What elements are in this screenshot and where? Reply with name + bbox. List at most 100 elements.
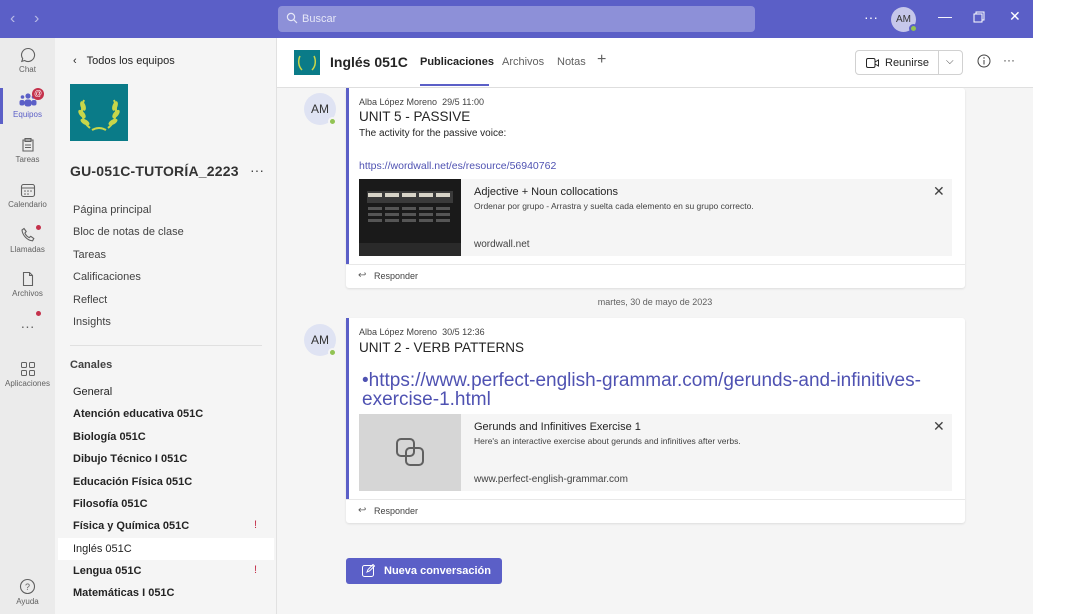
nav-class-notebook[interactable]: Bloc de notas de clase (73, 226, 184, 238)
channel-item[interactable]: Física y Química 051C (73, 520, 189, 532)
card-domain: www.perfect-english-grammar.com (474, 474, 628, 485)
minimize-icon[interactable]: — (938, 8, 952, 24)
channels-heading: Canales (70, 359, 113, 371)
user-initials: AM (896, 14, 911, 25)
post-subject: UNIT 5 - PASSIVE (359, 109, 471, 124)
rail-label: Calendario (8, 200, 47, 209)
chevron-left-icon: ‹ (73, 55, 77, 67)
info-icon[interactable] (977, 54, 991, 68)
meet-label: Reunirse (885, 57, 930, 69)
chevron-down-icon[interactable]: ⌵ (946, 56, 954, 67)
tab-files[interactable]: Archivos (502, 56, 544, 68)
reply-button[interactable]: ↩ Responder (346, 499, 965, 523)
calendar-icon (20, 183, 35, 198)
card-description: Ordenar por grupo - Arrastra y suelta ca… (474, 201, 754, 211)
tab-posts[interactable]: Publicaciones (420, 56, 494, 68)
team-more-button[interactable]: ··· (250, 162, 264, 178)
chat-icon (20, 47, 35, 63)
calls-icon (20, 227, 35, 242)
rail-item-calls[interactable]: Llamadas (0, 225, 55, 254)
post-link[interactable]: https://wordwall.net/es/resource/5694076… (359, 160, 556, 172)
user-avatar[interactable]: AM (891, 7, 918, 33)
card-description: Here's an interactive exercise about ger… (474, 436, 741, 446)
back-label: Todos los equipos (86, 55, 175, 67)
search-icon (286, 12, 298, 24)
maximize-icon[interactable] (973, 10, 985, 26)
window-edge (1033, 0, 1092, 614)
post: Alba López Moreno 29/5 11:00 UNIT 5 - PA… (346, 88, 965, 288)
important-icon: ! (254, 564, 258, 576)
rail-label: Tareas (15, 155, 40, 164)
files-icon (22, 271, 33, 287)
back-nav-icon[interactable]: ‹ (10, 10, 15, 28)
settings-more-button[interactable]: ··· (864, 9, 878, 25)
close-icon[interactable]: ✕ (933, 418, 945, 435)
search-placeholder: Buscar (302, 13, 337, 25)
author-avatar[interactable]: AM (304, 324, 337, 357)
notification-dot (36, 225, 41, 230)
rail-item-apps[interactable]: Aplicaciones (0, 361, 55, 388)
rail-item-calendar[interactable]: Calendario (0, 182, 55, 209)
channel-item[interactable]: General (73, 386, 112, 398)
author-name: Alba López Moreno (359, 327, 438, 337)
avatar-initials: AM (311, 333, 329, 347)
nav-reflect[interactable]: Reflect (73, 294, 107, 306)
back-to-teams-link[interactable]: ‹ Todos los equipos (73, 55, 175, 67)
close-icon[interactable]: ✕ (933, 183, 945, 200)
compose-icon (362, 564, 375, 577)
new-conversation-button[interactable]: Nueva conversación (346, 558, 502, 584)
svg-text:?: ? (25, 582, 30, 592)
rail-item-help[interactable]: ? Ayuda (0, 578, 55, 606)
channel-item[interactable]: Filosofía 051C (73, 498, 148, 510)
channel-item[interactable]: Atención educativa 051C (73, 408, 203, 420)
apps-icon (20, 362, 35, 376)
post-author-line: Alba López Moreno 29/5 11:00 (359, 97, 484, 107)
post-accent-bar (346, 88, 349, 264)
meet-button[interactable]: Reunirse ⌵ (855, 50, 963, 75)
rail-label: Ayuda (16, 597, 39, 606)
card-title: Gerunds and Infinitives Exercise 1 (474, 421, 641, 433)
close-window-icon[interactable]: ✕ (1009, 8, 1021, 25)
link-icon (396, 438, 424, 466)
channel-main: Inglés 051C Publicaciones Archivos Notas… (277, 38, 1033, 614)
channel-more-button[interactable]: ··· (1003, 53, 1015, 67)
search-input[interactable]: Buscar (278, 6, 755, 32)
assignments-icon (21, 137, 34, 152)
link-preview-card[interactable]: Adjective + Noun collocations Ordenar po… (359, 179, 952, 256)
link-preview-card[interactable]: Gerunds and Infinitives Exercise 1 Here'… (359, 414, 952, 491)
post-link[interactable]: •https://www.perfect-english-grammar.com… (362, 371, 952, 409)
rail-label: Llamadas (10, 245, 45, 254)
rail-item-files[interactable]: Archivos (0, 271, 55, 298)
mention-badge: @ (32, 88, 44, 100)
channel-team-logo (294, 50, 320, 75)
button-divider (938, 51, 939, 74)
preview-thumbnail (359, 179, 461, 256)
reply-icon: ↩ (358, 270, 367, 281)
author-name: Alba López Moreno (359, 97, 438, 107)
tab-notes[interactable]: Notas (557, 56, 586, 68)
channel-item[interactable]: Matemáticas I 051C (73, 587, 175, 599)
rail-item-assignments[interactable]: Tareas (0, 137, 55, 164)
important-icon: ! (254, 519, 258, 531)
nav-home[interactable]: Página principal (73, 204, 151, 216)
presence-icon (328, 117, 337, 126)
forward-nav-icon[interactable]: › (34, 10, 39, 28)
add-tab-icon[interactable]: + (597, 51, 606, 69)
channel-item-selected[interactable]: Inglés 051C (73, 543, 132, 555)
channel-item[interactable]: Educación Física 051C (73, 476, 192, 488)
author-avatar[interactable]: AM (304, 93, 337, 126)
rail-item-teams[interactable]: @ Equipos (0, 88, 55, 119)
channel-item[interactable]: Lengua 051C (73, 565, 141, 577)
new-conversation-label: Nueva conversación (384, 565, 491, 577)
channel-item[interactable]: Dibujo Técnico I 051C (73, 453, 187, 465)
channel-item[interactable]: Biología 051C (73, 431, 146, 443)
divider (70, 345, 262, 346)
reply-button[interactable]: ↩ Responder (346, 264, 965, 288)
nav-insights[interactable]: Insights (73, 316, 111, 328)
rail-item-chat[interactable]: Chat (0, 47, 55, 74)
presence-icon (909, 24, 918, 33)
rail-item-more[interactable]: ··· (0, 311, 55, 334)
nav-grades[interactable]: Calificaciones (73, 271, 141, 283)
nav-assignments[interactable]: Tareas (73, 249, 106, 261)
reply-label: Responder (374, 506, 419, 516)
